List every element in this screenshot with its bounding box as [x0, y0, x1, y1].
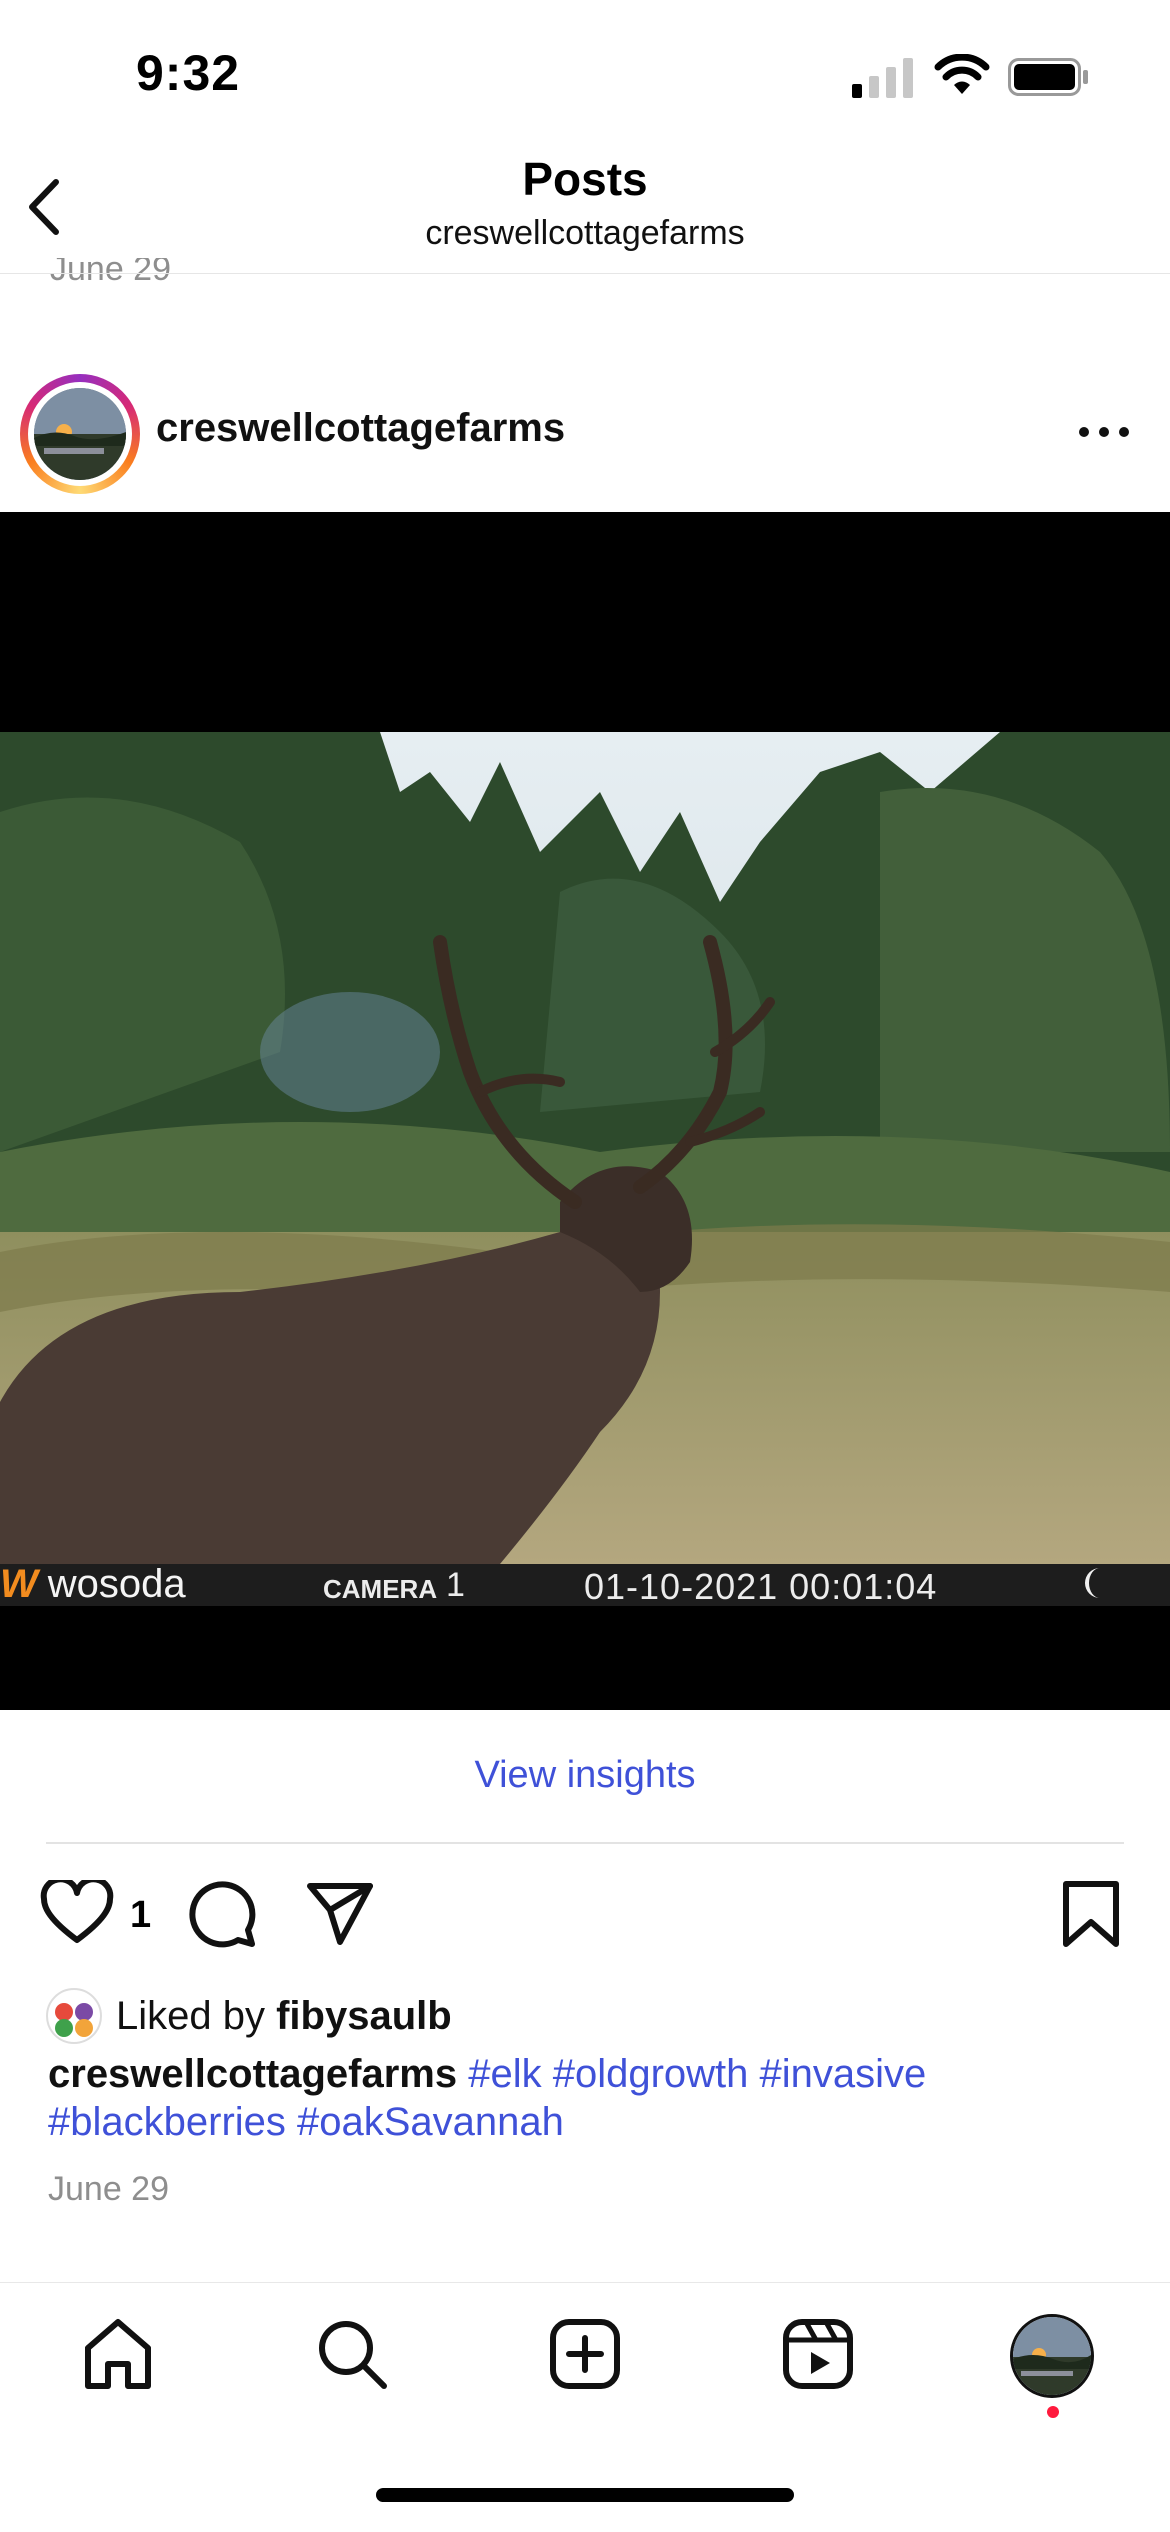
post-caption: creswellcottagefarms #elk #oldgrowth #in… [48, 2050, 1128, 2146]
avatar[interactable] [34, 388, 126, 480]
home-indicator[interactable] [376, 2488, 794, 2502]
hashtag-blackberries[interactable]: #blackberries [48, 2100, 286, 2144]
cellular-signal-icon [852, 58, 913, 98]
moon-phase-icon [1085, 1568, 1100, 1598]
caption-username[interactable]: creswellcottagefarms [48, 2052, 457, 2096]
tab-bar-divider [0, 2282, 1170, 2283]
comment-icon[interactable] [186, 1878, 258, 1950]
liked-by-text[interactable]: Liked by fibysaulb [116, 1994, 452, 2039]
camera-timestamp: 01-10-2021 00:01:04 [584, 1566, 938, 1607]
post-date: June 29 [48, 2170, 169, 2208]
view-insights-link[interactable]: View insights [0, 1754, 1170, 1797]
wifi-icon [934, 54, 990, 94]
page-title: Posts [522, 153, 648, 205]
reels-icon[interactable] [778, 2314, 858, 2394]
battery-icon [1008, 58, 1088, 96]
page-subtitle: creswellcottagefarms [425, 214, 745, 252]
hashtag-invasive[interactable]: #invasive [760, 2052, 927, 2096]
share-icon[interactable] [304, 1880, 376, 1948]
liked-by-avatar[interactable] [46, 1988, 106, 2044]
like-count[interactable]: 1 [130, 1894, 151, 1937]
post-photo-elk[interactable] [0, 732, 1170, 1564]
liked-by-username[interactable]: fibysaulb [276, 1994, 452, 2038]
hashtag-oaksavannah[interactable]: #oakSavannah [297, 2100, 564, 2144]
create-post-icon[interactable] [545, 2314, 625, 2394]
status-time: 9:32 [136, 45, 241, 101]
hashtag-oldgrowth[interactable]: #oldgrowth [553, 2052, 749, 2096]
header-divider [0, 273, 1170, 274]
search-icon[interactable] [312, 2314, 392, 2394]
profile-avatar[interactable] [1010, 2314, 1094, 2398]
more-options-icon[interactable] [1074, 420, 1134, 444]
insights-divider [46, 1842, 1124, 1844]
heart-icon[interactable] [40, 1880, 114, 1946]
notification-dot [1047, 2406, 1059, 2418]
camera-label: CAMERA [323, 1574, 438, 1604]
camera-brand-logo: Wwosoda [0, 1562, 186, 1606]
home-icon[interactable] [78, 2314, 158, 2394]
camera-number: 1 [446, 1566, 465, 1604]
post-username[interactable]: creswellcottagefarms [156, 406, 565, 451]
bookmark-icon[interactable] [1060, 1878, 1122, 1950]
hashtag-elk[interactable]: #elk [468, 2052, 541, 2096]
